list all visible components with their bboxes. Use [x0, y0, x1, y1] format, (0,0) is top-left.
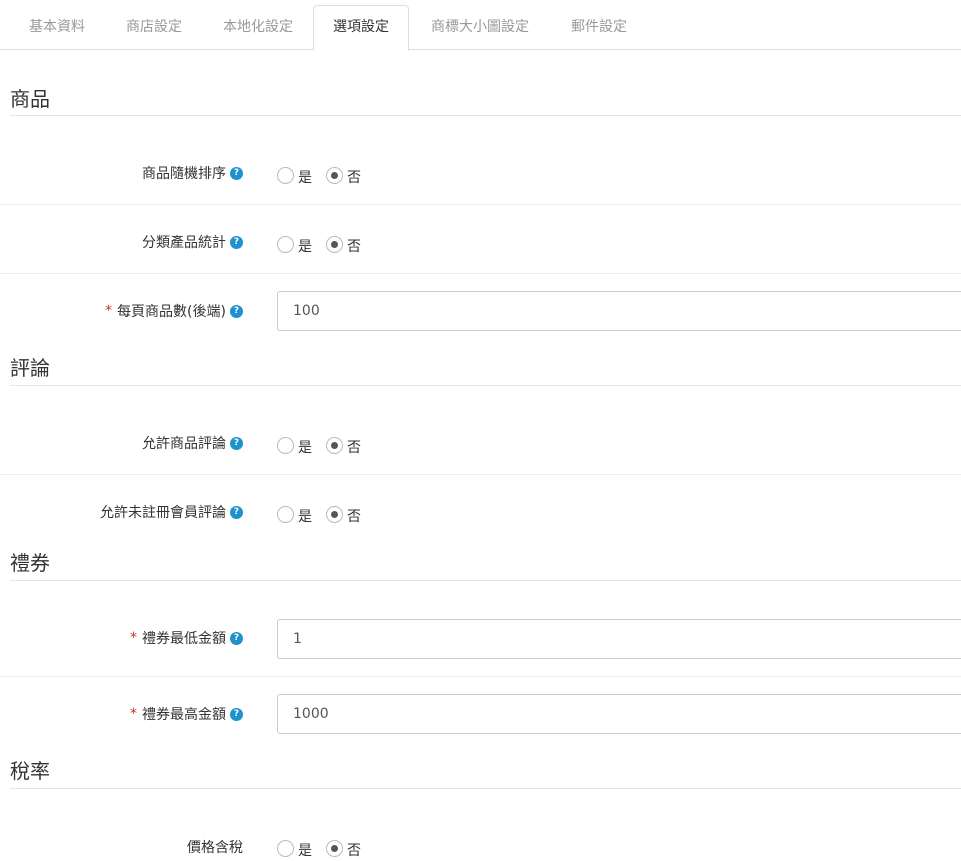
section-title-product: 商品 — [10, 87, 50, 111]
radio-label: 是 — [298, 170, 312, 186]
radio-label: 是 — [298, 239, 312, 255]
radio-label: 否 — [347, 509, 361, 525]
section-divider — [10, 788, 961, 789]
required-mark: * — [130, 630, 137, 646]
radio-button[interactable] — [277, 235, 294, 253]
radio-label: 是 — [298, 440, 312, 456]
section-divider — [10, 580, 961, 581]
items-per-page-admin-input[interactable] — [277, 291, 961, 331]
label-allow-guest-reviews: 允許未註冊會員評論 ? — [100, 502, 243, 522]
tab-localization[interactable]: 本地化設定 — [203, 6, 313, 50]
radio-button[interactable] — [277, 839, 294, 857]
tab-option[interactable]: 選項設定 — [313, 5, 409, 51]
radio-allow-guest-reviews: 是 否 — [277, 502, 375, 526]
label-voucher-max: * 禮券最高金額 ? — [130, 704, 243, 724]
required-mark: * — [105, 303, 113, 319]
label-text: 商品隨機排序 — [142, 166, 226, 182]
label-text: 每頁商品數(後端) — [117, 304, 226, 320]
section-divider — [10, 385, 961, 386]
label-voucher-min: * 禮券最低金額 ? — [130, 628, 243, 648]
radio-label: 否 — [347, 170, 361, 186]
label-text: 價格含稅 — [187, 840, 243, 856]
voucher-max-input[interactable] — [277, 694, 961, 734]
radio-option-yes[interactable]: 是 — [277, 433, 312, 457]
radio-option-no[interactable]: 否 — [326, 836, 361, 860]
radio-option-yes[interactable]: 是 — [277, 163, 312, 187]
radio-product-random-sort: 是 否 — [277, 163, 375, 187]
radio-label: 是 — [298, 843, 312, 859]
radio-option-yes[interactable]: 是 — [277, 836, 312, 860]
row-divider — [0, 474, 961, 475]
label-product-random-sort: 商品隨機排序 ? — [142, 163, 243, 183]
radio-button[interactable] — [326, 166, 343, 184]
radio-button[interactable] — [326, 235, 343, 253]
tab-store[interactable]: 商店設定 — [105, 6, 203, 50]
radio-button[interactable] — [277, 505, 294, 523]
label-text: 禮券最低金額 — [142, 631, 226, 647]
radio-button[interactable] — [277, 436, 294, 454]
radio-option-yes[interactable]: 是 — [277, 502, 312, 526]
help-icon[interactable]: ? — [230, 235, 243, 249]
row-divider — [0, 676, 961, 677]
radio-option-yes[interactable]: 是 — [277, 232, 312, 256]
radio-allow-reviews: 是 否 — [277, 433, 375, 457]
help-icon[interactable]: ? — [230, 166, 243, 180]
radio-label: 是 — [298, 509, 312, 525]
voucher-min-input[interactable] — [277, 619, 961, 659]
tab-image[interactable]: 商標大小圖設定 — [409, 6, 551, 50]
label-category-product-count: 分類產品統計 ? — [142, 232, 243, 252]
radio-option-no[interactable]: 否 — [326, 502, 361, 526]
label-text: 禮券最高金額 — [142, 707, 226, 723]
row-divider — [0, 204, 961, 205]
radio-label: 否 — [347, 440, 361, 456]
section-title-review: 評論 — [10, 356, 50, 380]
label-items-per-page-admin: * 每頁商品數(後端) ? — [105, 301, 243, 321]
label-text: 允許商品評論 — [142, 436, 226, 452]
tab-general[interactable]: 基本資料 — [9, 6, 105, 50]
radio-option-no[interactable]: 否 — [326, 433, 361, 457]
label-text: 允許未註冊會員評論 — [100, 505, 226, 521]
help-icon[interactable]: ? — [230, 304, 243, 318]
row-divider — [0, 273, 961, 274]
settings-tabs: 基本資料 商店設定 本地化設定 選項設定 商標大小圖設定 郵件設定 — [0, 0, 961, 51]
radio-button[interactable] — [326, 436, 343, 454]
radio-button[interactable] — [326, 505, 343, 523]
section-divider — [10, 115, 961, 116]
radio-button[interactable] — [326, 839, 343, 857]
radio-button[interactable] — [277, 166, 294, 184]
radio-option-no[interactable]: 否 — [326, 163, 361, 187]
radio-label: 否 — [347, 239, 361, 255]
required-mark: * — [130, 706, 137, 722]
tab-mail[interactable]: 郵件設定 — [551, 6, 647, 50]
help-icon[interactable]: ? — [230, 707, 243, 721]
label-price-with-tax: 價格含稅 — [187, 837, 243, 857]
help-icon[interactable]: ? — [230, 436, 243, 450]
label-text: 分類產品統計 — [142, 235, 226, 251]
radio-option-no[interactable]: 否 — [326, 232, 361, 256]
help-icon[interactable]: ? — [230, 505, 243, 519]
radio-category-product-count: 是 否 — [277, 232, 375, 256]
label-allow-reviews: 允許商品評論 ? — [142, 433, 243, 453]
section-title-tax: 稅率 — [10, 759, 50, 783]
section-title-voucher: 禮券 — [10, 551, 50, 575]
help-icon[interactable]: ? — [230, 631, 243, 645]
radio-price-with-tax: 是 否 — [277, 836, 375, 860]
radio-label: 否 — [347, 843, 361, 859]
